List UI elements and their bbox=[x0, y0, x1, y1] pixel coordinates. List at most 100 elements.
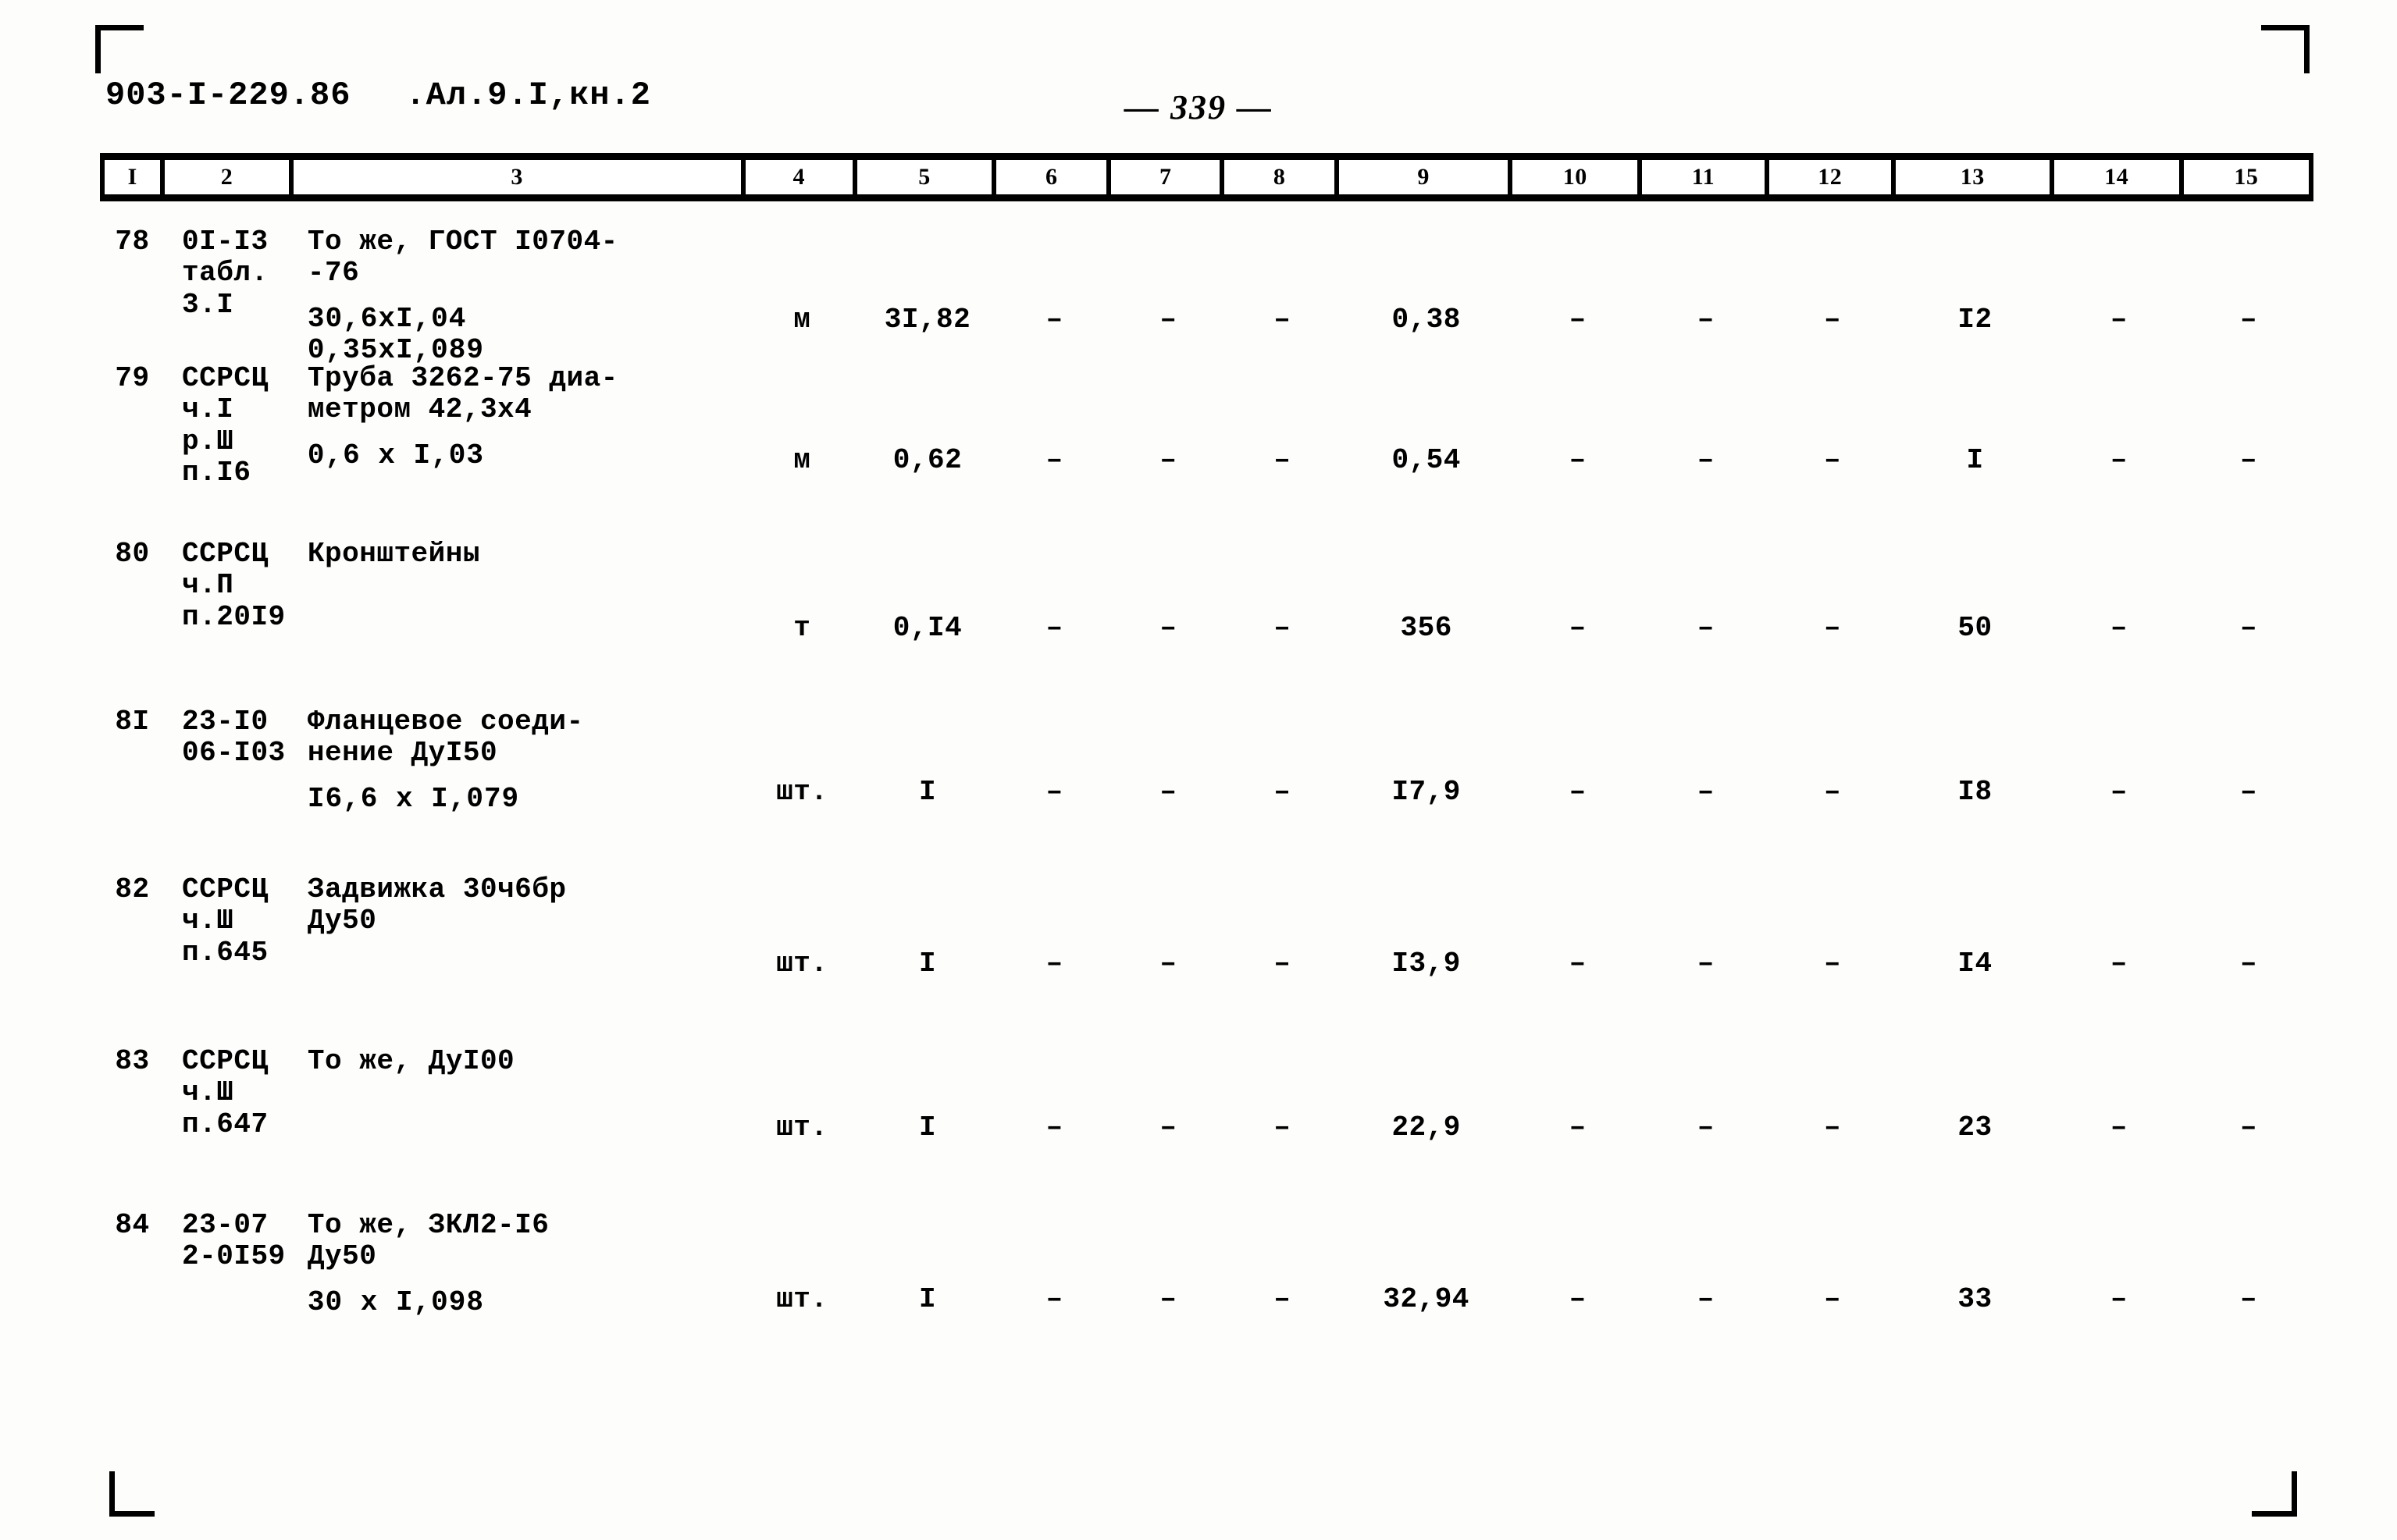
table-row: 8I 23-I0 06-I03 Фланцевое соеди- нение ДуI… bbox=[100, 706, 2313, 815]
cell-value-col-13: I bbox=[1966, 444, 1984, 476]
cell-row-number: 79 bbox=[115, 362, 150, 394]
cell-row-number: 83 bbox=[115, 1045, 150, 1077]
cell-value-col-6: – bbox=[1045, 776, 1063, 808]
cell-unit: м bbox=[793, 444, 811, 476]
cell-norm-code: ССРСЦ ч.П п.20I9 bbox=[182, 538, 286, 633]
cell-description: Фланцевое соеди- нение ДуI50 I6,6 x I,079 bbox=[294, 706, 746, 815]
table-column-header-row: I 2 3 4 5 6 7 8 9 10 11 12 13 14 15 bbox=[100, 153, 2313, 201]
document-code: 903-I-229.86 bbox=[105, 76, 351, 114]
column-header-7: 7 bbox=[1111, 160, 1225, 194]
corner-mark-top-right bbox=[2261, 25, 2310, 73]
column-header-8: 8 bbox=[1224, 160, 1340, 194]
cell-value-col-7: – bbox=[1159, 304, 1177, 336]
cell-row-number: 78 bbox=[115, 226, 150, 258]
cell-value-col-9: 356 bbox=[1400, 612, 1452, 644]
cell-value-col-13: I2 bbox=[1957, 304, 1993, 336]
column-header-11: 11 bbox=[1642, 160, 1769, 194]
cell-norm-code: 23-I0 06-I03 bbox=[182, 706, 286, 770]
cell-value-col-15: – bbox=[2239, 1111, 2258, 1143]
column-header-10: 10 bbox=[1512, 160, 1643, 194]
cell-value-col-7: – bbox=[1159, 612, 1177, 644]
cell-value-col-7: – bbox=[1159, 948, 1177, 980]
cell-value-col-5: 3I,82 bbox=[884, 304, 971, 336]
cell-value-col-10: – bbox=[1569, 948, 1587, 980]
cell-value-col-6: – bbox=[1045, 444, 1063, 476]
table-row: 79 ССРСЦ ч.I р.Ш п.I6 Труба 3262-75 диа- м… bbox=[100, 362, 2313, 489]
cell-value-col-8: – bbox=[1273, 612, 1291, 644]
cell-value-col-11: – bbox=[1697, 1111, 1715, 1143]
cell-value-col-8: – bbox=[1273, 776, 1291, 808]
cell-value-col-5: 0,I4 bbox=[892, 612, 963, 644]
cell-unit: шт. bbox=[776, 776, 828, 808]
table-row: 83 ССРСЦ ч.Ш п.647 То же, ДуI00 шт. I – – – 22,9… bbox=[100, 1045, 2313, 1143]
cell-description: То же, ЗКЛ2-I6 Ду50 30 x I,098 bbox=[294, 1209, 746, 1318]
corner-mark-bottom-left bbox=[109, 1468, 158, 1517]
cell-value-col-9: 32,94 bbox=[1383, 1283, 1469, 1315]
cell-value-col-14: – bbox=[2110, 304, 2128, 336]
table-row: 84 23-07 2-0I59 То же, ЗКЛ2-I6 Ду50 30 x I,… bbox=[100, 1209, 2313, 1318]
cell-value-col-7: – bbox=[1159, 1111, 1177, 1143]
cell-value-col-10: – bbox=[1569, 444, 1587, 476]
cell-value-col-14: – bbox=[2110, 1283, 2128, 1315]
cell-description: Труба 3262-75 диа- метром 42,3x4 0,6 x I,… bbox=[294, 362, 746, 471]
cell-row-number: 80 bbox=[115, 538, 150, 570]
cell-value-col-8: – bbox=[1273, 1283, 1291, 1315]
cell-value-col-12: – bbox=[1824, 1283, 1842, 1315]
column-header-9: 9 bbox=[1339, 160, 1513, 194]
cell-unit: т bbox=[793, 612, 811, 644]
cell-value-col-13: 33 bbox=[1957, 1283, 1993, 1315]
cell-value-col-7: – bbox=[1159, 1283, 1177, 1315]
description-text: То же, ДуI00 bbox=[307, 1045, 515, 1077]
column-header-2: 2 bbox=[165, 160, 294, 194]
cell-value-col-15: – bbox=[2239, 304, 2258, 336]
cell-value-col-7: – bbox=[1159, 444, 1177, 476]
cell-value-col-15: – bbox=[2239, 444, 2258, 476]
cell-value-col-15: – bbox=[2239, 1283, 2258, 1315]
cell-value-col-14: – bbox=[2110, 776, 2128, 808]
description-text: Труба 3262-75 диа- метром 42,3x4 bbox=[307, 362, 618, 426]
cell-value-col-11: – bbox=[1697, 776, 1715, 808]
cell-value-col-12: – bbox=[1824, 444, 1842, 476]
column-header-4: 4 bbox=[745, 160, 857, 194]
column-header-5: 5 bbox=[857, 160, 997, 194]
cell-value-col-13: I4 bbox=[1957, 948, 1993, 980]
cell-value-col-7: – bbox=[1159, 776, 1177, 808]
cell-norm-code: ССРСЦ ч.Ш п.645 bbox=[182, 873, 269, 969]
cell-norm-code: ССРСЦ ч.Ш п.647 bbox=[182, 1045, 269, 1140]
cell-description: Кронштейны bbox=[294, 538, 746, 570]
cell-value-col-9: 0,38 bbox=[1391, 304, 1461, 336]
cell-value-col-11: – bbox=[1697, 444, 1715, 476]
cell-value-col-15: – bbox=[2239, 948, 2258, 980]
column-header-6: 6 bbox=[996, 160, 1112, 194]
cell-value-col-10: – bbox=[1569, 776, 1587, 808]
cell-unit: шт. bbox=[776, 1283, 828, 1315]
cell-value-col-13: 23 bbox=[1957, 1111, 1993, 1143]
cell-value-col-15: – bbox=[2239, 776, 2258, 808]
cell-value-col-13: I8 bbox=[1957, 776, 1993, 808]
cell-value-col-11: – bbox=[1697, 304, 1715, 336]
cell-value-col-10: – bbox=[1569, 1283, 1587, 1315]
cell-description: То же, ДуI00 bbox=[294, 1045, 746, 1077]
document-album: .Ал.9.I,кн.2 bbox=[405, 76, 651, 114]
corner-mark-top-left bbox=[95, 25, 144, 73]
cell-value-col-9: 22,9 bbox=[1391, 1111, 1461, 1143]
cell-description: То же, ГОСТ I0704- -76 30,6xI,04 0,35xI,0… bbox=[294, 226, 746, 366]
cell-value-col-6: – bbox=[1045, 304, 1063, 336]
column-header-14: 14 bbox=[2053, 160, 2184, 194]
cell-value-col-6: – bbox=[1045, 612, 1063, 644]
table-row: 82 ССРСЦ ч.Ш п.645 Задвижка 30ч6бр Ду50 шт.… bbox=[100, 873, 2313, 980]
cell-value-col-6: – bbox=[1045, 1283, 1063, 1315]
cell-value-col-10: – bbox=[1569, 304, 1587, 336]
table-row: 80 ССРСЦ ч.П п.20I9 Кронштейны т 0,I4 – – – 356 –… bbox=[100, 538, 2313, 644]
corner-mark-bottom-right bbox=[2249, 1468, 2297, 1517]
cell-value-col-5: I bbox=[918, 1283, 937, 1315]
description-calculation: I6,6 x I,079 bbox=[307, 782, 520, 815]
cell-value-col-14: – bbox=[2110, 444, 2128, 476]
cell-value-col-14: – bbox=[2110, 948, 2128, 980]
cell-value-col-11: – bbox=[1697, 612, 1715, 644]
description-text: Фланцевое соеди- нение ДуI50 bbox=[307, 706, 584, 770]
cell-value-col-14: – bbox=[2110, 612, 2128, 644]
description-text: Задвижка 30ч6бр Ду50 bbox=[307, 873, 567, 937]
cell-unit: шт. bbox=[776, 1111, 828, 1143]
cell-value-col-5: I bbox=[918, 1111, 937, 1143]
